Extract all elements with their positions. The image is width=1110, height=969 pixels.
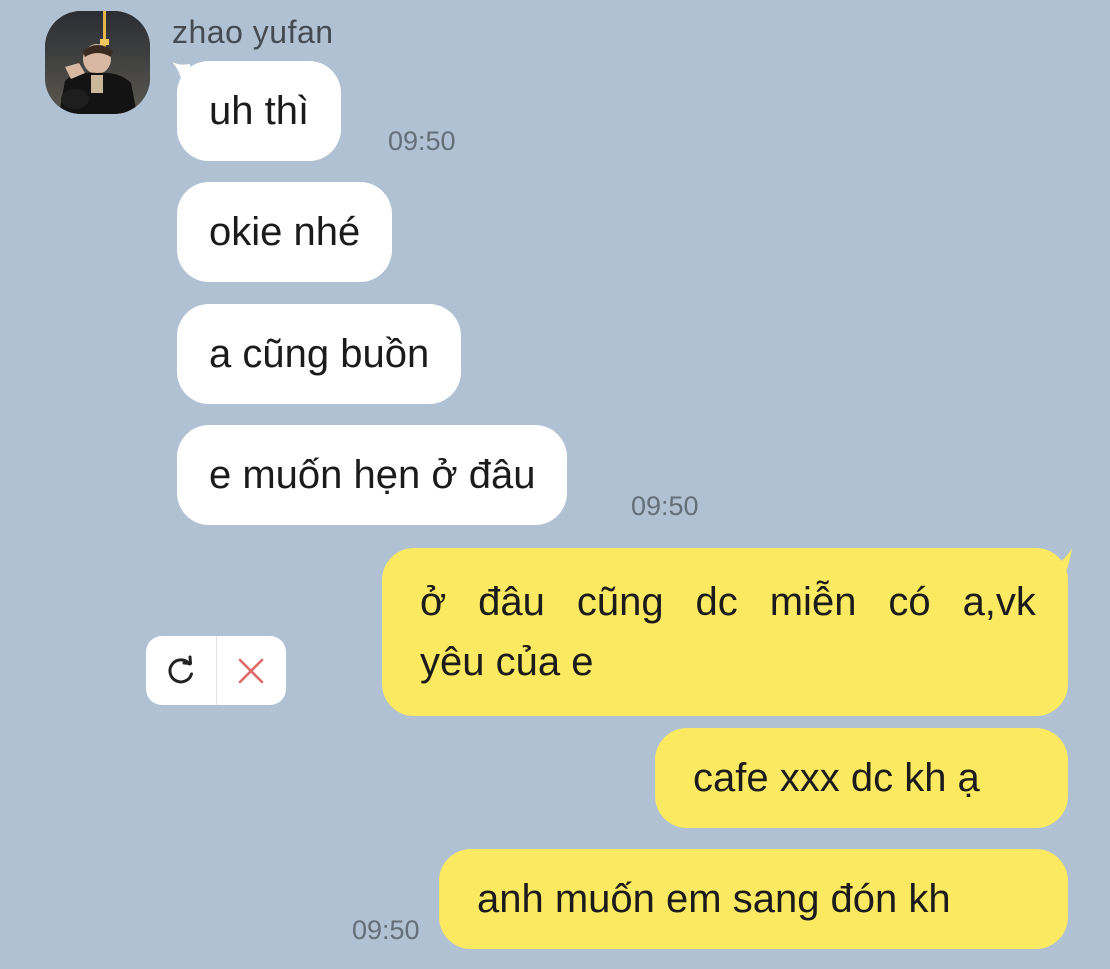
message-word: a,vk — [962, 580, 1036, 624]
incoming-message[interactable]: okie nhé — [177, 182, 393, 282]
incoming-message[interactable]: a cũng buồn — [177, 304, 462, 404]
refresh-icon — [168, 655, 193, 683]
incoming-message[interactable]: e muốn hẹn ở đâu — [177, 425, 568, 525]
failed-message-actions — [146, 636, 286, 705]
message-text: uh thì — [209, 88, 310, 133]
message-word: cũng — [576, 580, 664, 624]
message-text: okie nhé — [209, 209, 361, 254]
message-text: e muốn hẹn ở đâu — [209, 452, 536, 497]
delete-button[interactable] — [217, 636, 287, 705]
close-icon — [238, 658, 264, 683]
message-text: a cũng buồn — [209, 331, 430, 376]
outgoing-message[interactable]: anh muốn em sang đón kh — [439, 849, 1068, 949]
avatar-photo — [45, 11, 150, 114]
outgoing-message[interactable]: cafe xxx dc kh ạ — [655, 728, 1068, 828]
message-text: cafe xxx dc kh ạ — [693, 755, 980, 800]
message-text-line: ở đâu cũng dc miễn có a,vk — [420, 572, 1036, 632]
message-word: ở — [420, 580, 447, 624]
retry-button[interactable] — [146, 636, 216, 705]
message-text-line: yêu của e — [420, 640, 594, 684]
incoming-message[interactable]: uh thì — [177, 61, 342, 161]
message-word: đâu — [478, 580, 545, 624]
message-time: 09:50 — [631, 491, 699, 521]
outgoing-message[interactable]: ở đâu cũng dc miễn có a,vk yêu của e — [382, 548, 1068, 716]
message-word: dc — [695, 580, 738, 624]
sender-avatar[interactable] — [45, 11, 150, 114]
message-text: anh muốn em sang đón kh — [477, 876, 951, 921]
message-word: miễn — [769, 580, 857, 624]
sender-name: zhao yufan — [172, 14, 334, 50]
message-time: 09:50 — [352, 915, 420, 945]
message-word: có — [888, 580, 931, 624]
message-time: 09:50 — [388, 126, 456, 156]
